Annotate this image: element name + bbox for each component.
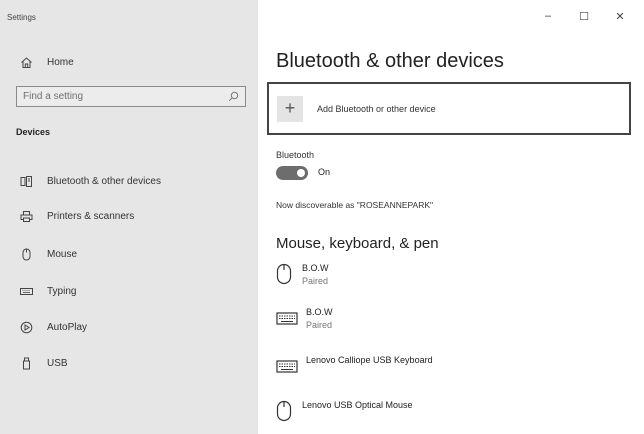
sidebar-item-usb[interactable]: USB [20, 355, 68, 371]
mouse-icon [276, 263, 292, 285]
bluetooth-label: Bluetooth [276, 150, 315, 160]
device-name: Lenovo Calliope USB Keyboard [306, 355, 433, 365]
device-item[interactable]: B.O.W Paired [276, 263, 329, 286]
sidebar-home-label: Home [47, 56, 74, 68]
device-item[interactable]: B.O.W Paired [276, 307, 333, 330]
sidebar-item-label: Typing [47, 285, 77, 297]
sidebar-item-label: AutoPlay [47, 321, 88, 333]
sidebar-item-typing[interactable]: Typing [20, 283, 76, 299]
mouse-icon [276, 400, 292, 422]
search-box[interactable] [16, 86, 246, 107]
device-name: B.O.W [302, 263, 329, 273]
search-icon[interactable] [228, 91, 239, 102]
close-button[interactable]: ✕ [602, 10, 638, 23]
mouse-icon [22, 248, 31, 260]
app-title: Settings [7, 13, 36, 22]
add-device-button[interactable]: + Add Bluetooth or other device [267, 82, 631, 135]
keyboard-icon [276, 312, 298, 325]
sidebar-item-label: Bluetooth & other devices [47, 175, 161, 187]
sidebar: Settings Home Devices Bluetooth & other … [0, 0, 258, 434]
plus-icon: + [277, 95, 303, 122]
device-name: Lenovo USB Optical Mouse [302, 400, 413, 410]
bluetooth-toggle[interactable] [276, 166, 308, 180]
devices-heading: Mouse, keyboard, & pen [276, 235, 439, 252]
add-device-label: Add Bluetooth or other device [317, 103, 436, 114]
minimize-button[interactable]: – [530, 10, 566, 23]
page-title: Bluetooth & other devices [276, 50, 504, 72]
device-status: Paired [306, 320, 333, 330]
keyboard-icon [276, 360, 298, 373]
sidebar-item-printers[interactable]: Printers & scanners [20, 208, 134, 224]
maximize-button[interactable]: ☐ [566, 10, 602, 23]
device-item[interactable]: Lenovo USB Optical Mouse [276, 400, 413, 422]
printer-icon [20, 210, 33, 222]
sidebar-item-label: USB [47, 357, 68, 369]
search-input[interactable] [23, 91, 213, 102]
sidebar-item-label: Printers & scanners [47, 210, 135, 222]
home-icon [21, 56, 32, 68]
sidebar-item-autoplay[interactable]: AutoPlay [20, 319, 87, 335]
sidebar-item-bluetooth[interactable]: Bluetooth & other devices [20, 173, 161, 189]
device-status: Paired [302, 276, 329, 286]
discoverable-text: Now discoverable as "ROSEANNEPARK" [276, 200, 434, 210]
autoplay-icon [20, 321, 33, 333]
window-controls: – ☐ ✕ [530, 10, 638, 23]
section-devices: Devices [16, 127, 51, 137]
sidebar-home[interactable]: Home [20, 54, 74, 70]
device-name: B.O.W [306, 307, 333, 317]
sidebar-item-label: Mouse [47, 248, 78, 260]
bluetooth-toggle-state: On [318, 167, 331, 177]
device-item[interactable]: Lenovo Calliope USB Keyboard [276, 355, 433, 377]
keyboard-icon [20, 287, 33, 295]
sidebar-item-mouse[interactable]: Mouse [20, 246, 77, 262]
usb-icon [23, 357, 30, 369]
bluetooth-devices-icon [20, 175, 32, 187]
